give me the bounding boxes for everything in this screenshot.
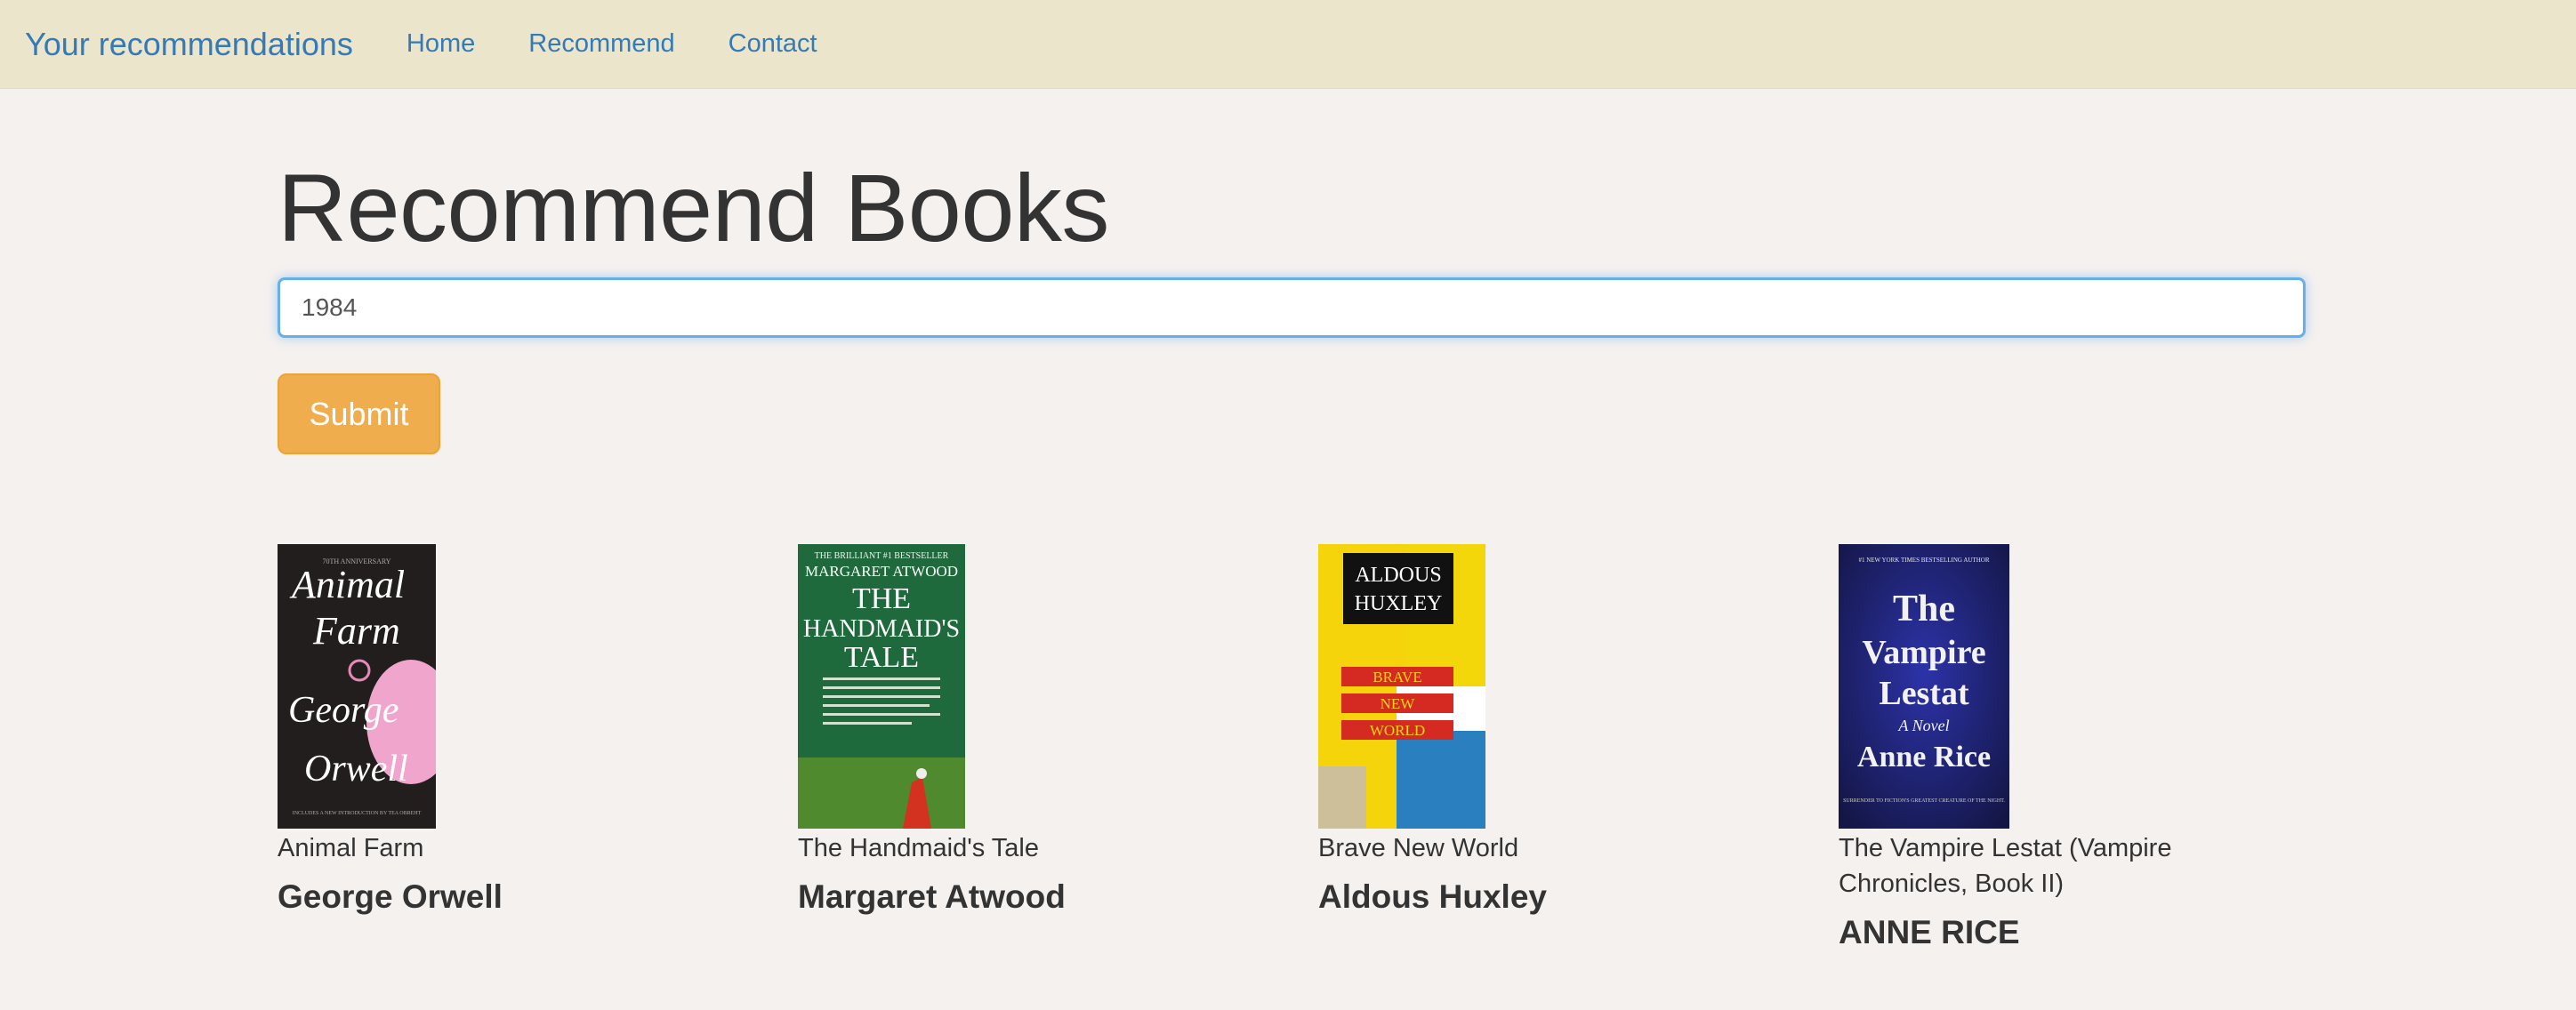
cover-text: Lestat [1879,675,1969,712]
nav-link-contact[interactable]: Contact [729,29,817,59]
cover-text: TALE [844,641,919,674]
cover-text: Farm [312,609,400,653]
cover-text: Animal [289,563,405,606]
book-author: ANNE RICE [1839,914,2020,950]
cover-text: Anne Rice [1857,741,1991,774]
cover-text: A Novel [1897,717,1949,734]
cover-text: HUXLEY [1355,592,1443,615]
cover-text: ALDOUS [1355,564,1441,587]
book-cover-handmaids-tale[interactable]: THE BRILLIANT #1 BESTSELLER MARGARET ATW… [798,544,965,829]
book-cover-brave-new-world[interactable]: ALDOUS HUXLEY BRAVE NEW WORLD [1318,544,1485,829]
cover-text: #1 NEW YORK TIMES BESTSELLING AUTHOR [1858,557,1989,564]
cover-text: SURRENDER TO FICTION'S GREATEST CREATURE… [1843,798,2005,804]
cover-text: George [288,690,398,731]
book-cover-vampire-lestat[interactable]: #1 NEW YORK TIMES BESTSELLING AUTHOR The… [1839,544,2009,829]
brand-link[interactable]: Your recommendations [25,26,353,63]
cover-text: NEW [1381,695,1416,712]
book-card-animal-farm: 70TH ANNIVERSARY Animal Farm George Orwe… [278,544,776,916]
nav-link-recommend[interactable]: Recommend [528,29,674,59]
book-card-brave-new-world: ALDOUS HUXLEY BRAVE NEW WORLD Brave New … [1318,544,1816,916]
book-card-handmaids-tale: THE BRILLIANT #1 BESTSELLER MARGARET ATW… [798,544,1296,916]
cover-text: INCLUDES A NEW INTRODUCTION BY TEA OBREH… [293,811,422,816]
book-card-vampire-lestat: #1 NEW YORK TIMES BESTSELLING AUTHOR The… [1839,544,2306,951]
submit-button[interactable]: Submit [278,373,440,454]
cover-text: THE BRILLIANT #1 BESTSELLER [815,551,949,561]
cover-text: Vampire [1862,634,1985,671]
book-search-input[interactable] [278,277,2306,338]
cover-text: THE [852,582,911,615]
cover-text: HANDMAID'S [803,615,960,643]
book-title: The Handmaid's Tale [798,834,1039,862]
nav-link-home[interactable]: Home [407,29,475,59]
book-author: George Orwell [278,878,503,915]
book-title: Animal Farm [278,834,424,862]
book-author: Margaret Atwood [798,878,1066,915]
book-cover-animal-farm[interactable]: 70TH ANNIVERSARY Animal Farm George Orwe… [278,544,436,829]
book-author: Aldous Huxley [1318,878,1547,915]
page-title: Recommend Books [278,154,1109,261]
cover-text: The [1893,589,1955,629]
book-title: The Vampire Lestat (Vampire Chronicles, … [1839,834,2172,898]
cover-text: Orwell [304,749,408,790]
book-title: Brave New World [1318,834,1519,862]
cover-text: WORLD [1370,722,1425,739]
top-navbar: Your recommendations Home Recommend Cont… [0,0,2576,89]
cover-text: MARGARET ATWOOD [805,563,958,580]
cover-text: BRAVE [1373,669,1421,685]
